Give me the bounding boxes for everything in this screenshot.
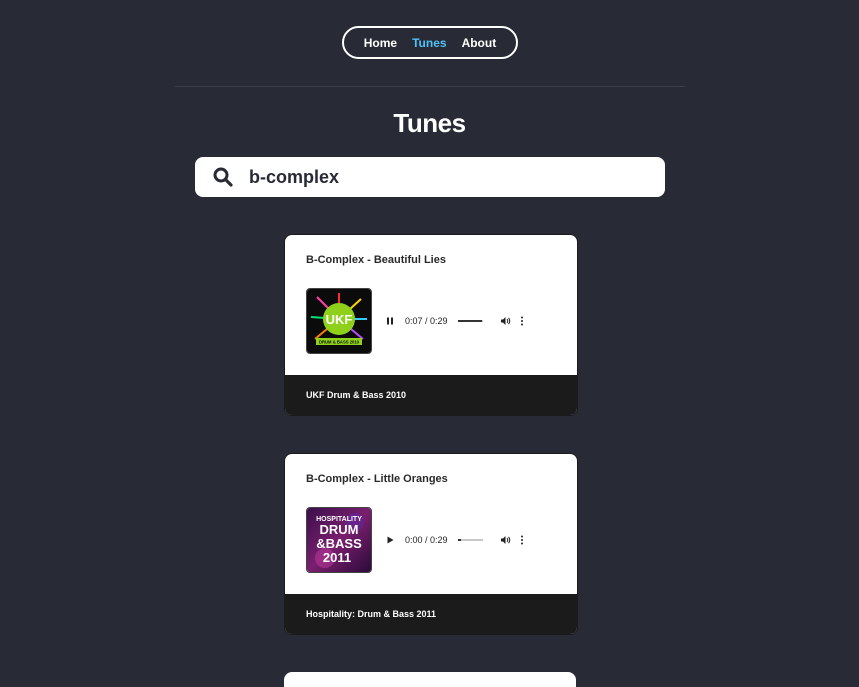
- tune-card: B-Complex - Beautiful Lies UKF DRUM & BA…: [284, 234, 578, 416]
- tune-title: B-Complex - Beautiful Lies: [306, 254, 446, 266]
- audio-player: 0:00 / 0:29: [385, 525, 549, 555]
- search-bar: [195, 157, 665, 197]
- seek-bar[interactable]: [457, 320, 483, 322]
- tune-card-body: B-Complex - Beautiful Lies UKF DRUM & BA…: [285, 235, 577, 375]
- album-cover: UKF DRUM & BASS 2010: [306, 288, 372, 354]
- more-options-icon[interactable]: [520, 316, 524, 326]
- search-icon: [213, 167, 233, 187]
- album-name: Hospitality: Drum & Bass 2011: [285, 594, 577, 634]
- tunes-page: Home Tunes About Tunes B-Complex - Beaut…: [0, 0, 859, 687]
- volume-icon[interactable]: [500, 316, 511, 326]
- nav-tunes[interactable]: Tunes: [412, 36, 446, 50]
- cover-text-line: 2011: [323, 550, 351, 565]
- cover-sub-text: DRUM & BASS 2010: [319, 340, 360, 345]
- player-time: 0:00 / 0:29: [405, 535, 448, 545]
- play-icon[interactable]: [385, 535, 395, 545]
- header-divider: [175, 86, 685, 87]
- cover-text-line: DRUM: [320, 522, 359, 537]
- tune-card-partial: [284, 672, 576, 687]
- player-time: 0:07 / 0:29: [405, 316, 448, 326]
- album-cover: HOSPITALITY DRUM &BASS 2011: [306, 507, 372, 573]
- cover-brand-text: UKF: [326, 312, 353, 327]
- page-title: Tunes: [393, 108, 466, 138]
- nav-home[interactable]: Home: [364, 36, 397, 50]
- pause-icon[interactable]: [385, 316, 395, 326]
- nav-about[interactable]: About: [462, 36, 497, 50]
- audio-player: 0:07 / 0:29: [385, 306, 549, 336]
- more-options-icon[interactable]: [520, 535, 524, 545]
- tune-title: B-Complex - Little Oranges: [306, 473, 448, 485]
- tune-card-body: B-Complex - Little Oranges HOSPITALITY D…: [285, 454, 577, 594]
- seek-bar[interactable]: [457, 539, 483, 541]
- cover-text-line: &BASS: [316, 536, 362, 551]
- search-input[interactable]: [249, 166, 629, 188]
- main-nav: Home Tunes About: [342, 26, 518, 59]
- album-name: UKF Drum & Bass 2010: [285, 375, 577, 415]
- tune-card: B-Complex - Little Oranges HOSPITALITY D…: [284, 453, 578, 635]
- volume-icon[interactable]: [500, 535, 511, 545]
